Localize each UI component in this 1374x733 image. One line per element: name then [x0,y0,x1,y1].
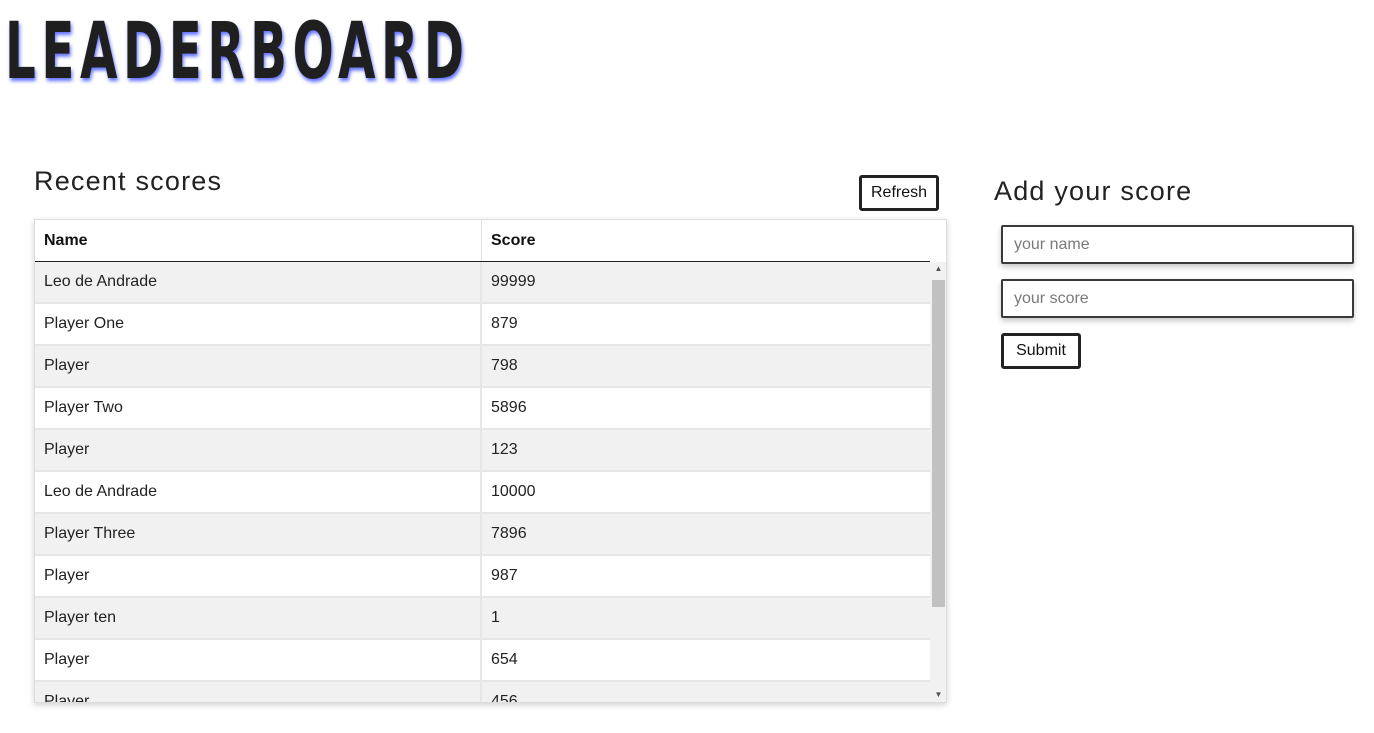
table-scrollbar[interactable]: ▲ ▼ [930,262,946,702]
table-row: Player 456 [35,682,930,702]
refresh-button[interactable]: Refresh [859,175,939,211]
name-input[interactable] [1001,225,1354,264]
add-score-heading: Add your score [994,176,1193,206]
player-name-cell: Player [35,556,482,596]
score-input[interactable] [1001,279,1354,318]
table-row: Player Three 7896 [35,514,930,556]
score-cell: 879 [491,315,518,332]
table-row: Player ten 1 [35,598,930,640]
scroll-down-arrow-icon[interactable]: ▼ [930,688,946,702]
table-header: Name Score [35,220,930,262]
submit-button[interactable]: Submit [1001,333,1081,369]
score-cell: 5896 [491,399,527,416]
player-name-cell: Player ten [35,598,482,638]
score-cell: 1 [491,609,500,626]
table-row: Player One 879 [35,304,930,346]
scrollbar-thumb[interactable] [932,280,945,607]
score-cell: 798 [491,357,518,374]
player-name-cell: Player Three [35,514,482,554]
score-cell: 99999 [491,273,536,290]
table-row: Leo de Andrade 10000 [35,472,930,514]
score-cell: 654 [491,651,518,668]
table-row: Leo de Andrade 99999 [35,262,930,304]
scroll-up-arrow-icon[interactable]: ▲ [930,262,946,276]
table-row: Player 987 [35,556,930,598]
score-cell: 987 [491,567,518,584]
score-cell: 10000 [491,483,536,500]
table-body: Leo de Andrade 99999 Player One 879 Play… [35,262,930,702]
app-title: LEADERBOARD [5,7,470,97]
score-cell: 7896 [491,525,527,542]
recent-scores-heading: Recent scores [34,166,223,196]
player-name-cell: Player [35,640,482,680]
player-name-cell: Player [35,430,482,470]
score-cell: 456 [491,693,518,702]
player-name-cell: Player One [35,304,482,344]
column-header-score: Score [491,232,536,249]
player-name-cell: Player [35,682,482,702]
table-row: Player 654 [35,640,930,682]
score-cell: 123 [491,441,518,458]
column-header-name: Name [35,220,482,261]
player-name-cell: Player Two [35,388,482,428]
table-row: Player Two 5896 [35,388,930,430]
player-name-cell: Player [35,346,482,386]
table-row: Player 123 [35,430,930,472]
scores-table: Name Score Leo de Andrade 99999 Player O… [34,219,947,703]
table-row: Player 798 [35,346,930,388]
player-name-cell: Leo de Andrade [35,262,482,302]
player-name-cell: Leo de Andrade [35,472,482,512]
